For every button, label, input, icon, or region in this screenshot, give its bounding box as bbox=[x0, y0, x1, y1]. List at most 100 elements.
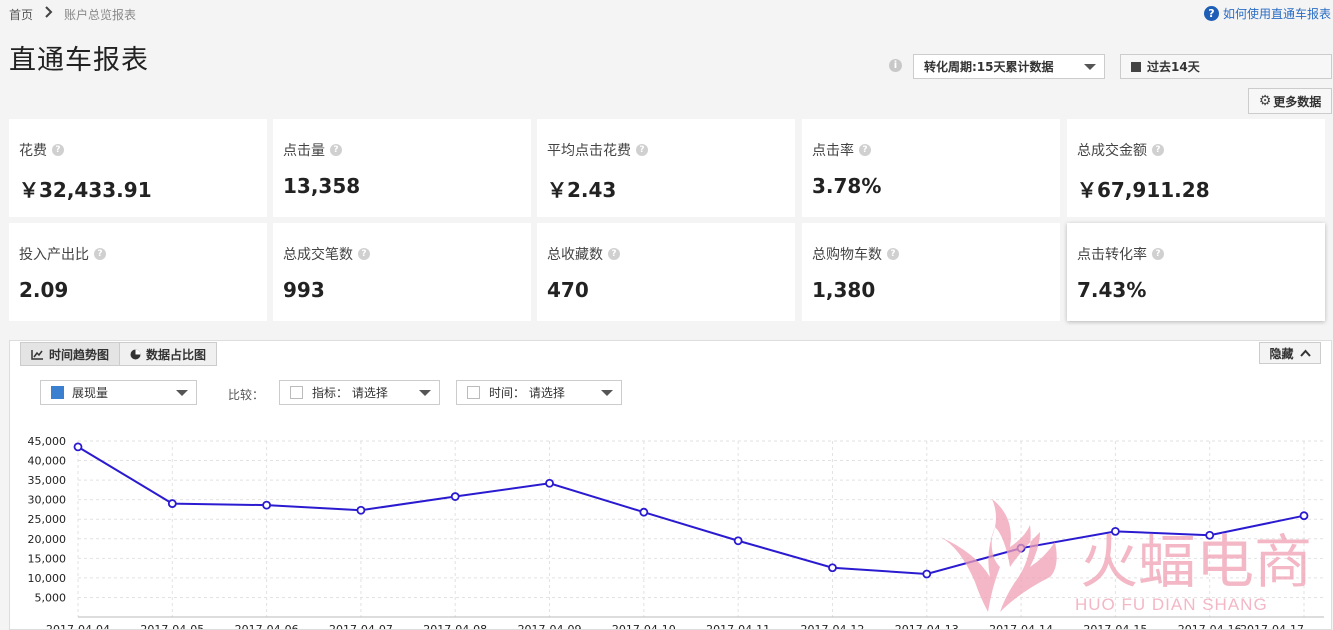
data-point[interactable] bbox=[1016, 543, 1026, 553]
compare-label: 比较： bbox=[228, 388, 265, 402]
y-tick-label: 15,000 bbox=[28, 552, 67, 565]
help-icon[interactable]: ? bbox=[887, 248, 899, 260]
metric-card[interactable]: 点击率? 3.78% bbox=[802, 119, 1060, 217]
x-tick-label: 2017-04-15 bbox=[1083, 623, 1147, 629]
caret-down-icon bbox=[419, 389, 431, 396]
metric-card[interactable]: 花费? ￥32,433.91 bbox=[9, 119, 267, 217]
data-point[interactable] bbox=[167, 499, 177, 508]
metric-card[interactable]: 点击转化率? 7.43% bbox=[1067, 223, 1325, 321]
metric-label: 投入产出比 bbox=[19, 247, 89, 263]
metric-card[interactable]: 总成交笔数? 993 bbox=[273, 223, 531, 321]
page-title: 直通车报表 bbox=[9, 45, 149, 76]
data-point[interactable] bbox=[828, 563, 837, 573]
chevron-right-icon bbox=[45, 6, 53, 18]
metric-label: 总购物车数 bbox=[812, 247, 882, 263]
caret-down-icon bbox=[1084, 63, 1096, 70]
metric-label: 总收藏数 bbox=[547, 247, 603, 263]
metric-value: ￥32,433.91 bbox=[19, 178, 152, 202]
help-icon[interactable]: ? bbox=[52, 144, 64, 156]
help-icon[interactable]: ? bbox=[1152, 248, 1164, 260]
x-tick-label: 2017-04-04 bbox=[46, 623, 110, 629]
metric-value: 2.09 bbox=[19, 278, 69, 302]
metric-label: 花费 bbox=[19, 143, 47, 159]
data-point[interactable] bbox=[922, 569, 932, 579]
help-icon[interactable]: ? bbox=[859, 144, 871, 156]
data-point[interactable] bbox=[1110, 526, 1120, 536]
y-tick-label: 35,000 bbox=[28, 474, 67, 487]
data-point[interactable] bbox=[1205, 530, 1215, 540]
breadcrumb-home[interactable]: 首页 bbox=[9, 6, 33, 23]
metric-card[interactable]: 平均点击花费? ￥2.43 bbox=[537, 119, 795, 217]
data-point[interactable] bbox=[450, 492, 460, 501]
compare-metric-select[interactable]: 指标： 请选择 bbox=[279, 380, 440, 405]
gear-icon: ⚙ bbox=[1258, 93, 1272, 109]
data-point[interactable] bbox=[1299, 511, 1309, 521]
caret-down-icon bbox=[176, 389, 188, 396]
help-icon[interactable]: ? bbox=[608, 248, 620, 260]
compare-metric-checkbox[interactable] bbox=[290, 386, 303, 399]
line-chart-icon bbox=[31, 349, 43, 360]
x-tick-label: 2017-04-14 bbox=[989, 623, 1053, 629]
metric-card[interactable]: 总收藏数? 470 bbox=[537, 223, 795, 321]
metric-card[interactable]: 点击量? 13,358 bbox=[273, 119, 531, 217]
help-icon[interactable]: ? bbox=[1152, 144, 1164, 156]
compare-time-select[interactable]: 时间： 请选择 bbox=[456, 380, 622, 405]
metric-card[interactable]: 总购物车数? 1,380 bbox=[802, 223, 1060, 321]
date-range-button[interactable]: 过去14天 bbox=[1120, 54, 1332, 79]
metric-value: 993 bbox=[283, 278, 325, 302]
metric-select-value: 展现量 bbox=[72, 386, 109, 400]
y-tick-label: 45,000 bbox=[28, 435, 67, 448]
help-icon[interactable]: ? bbox=[330, 144, 342, 156]
info-icon[interactable]: i bbox=[889, 59, 902, 72]
compare-time-checkbox[interactable] bbox=[467, 386, 480, 399]
metric-label: 点击率 bbox=[812, 143, 854, 159]
more-data-button[interactable]: ⚙ 更多数据 bbox=[1248, 88, 1332, 114]
calendar-icon bbox=[1131, 61, 1141, 72]
x-tick-label: 2017-04-13 bbox=[895, 623, 959, 629]
breadcrumb-current: 账户总览报表 bbox=[64, 8, 137, 22]
metric-value: 3.78% bbox=[812, 174, 882, 198]
metric-label: 点击量 bbox=[283, 143, 325, 159]
metric-card[interactable]: 总成交金额? ￥67,911.28 bbox=[1067, 119, 1325, 217]
tab-data-share[interactable]: 数据占比图 bbox=[119, 342, 218, 366]
compare-metric-value: 指标： 请选择 bbox=[312, 386, 388, 400]
help-icon[interactable]: ? bbox=[358, 248, 370, 260]
hide-chart-button[interactable]: 隐藏 bbox=[1259, 342, 1321, 364]
y-tick-label: 40,000 bbox=[28, 455, 67, 468]
chevron-up-icon bbox=[1299, 349, 1311, 357]
help-icon[interactable]: ? bbox=[636, 144, 648, 156]
tab-time-trend[interactable]: 时间趋势图 bbox=[20, 342, 121, 366]
data-point[interactable] bbox=[73, 442, 83, 452]
metric-select[interactable]: 展现量 bbox=[40, 380, 197, 405]
x-tick-label: 2017-04-06 bbox=[235, 623, 299, 629]
data-point[interactable] bbox=[733, 536, 743, 546]
hide-label: 隐藏 bbox=[1269, 346, 1294, 361]
series-color-swatch bbox=[51, 386, 64, 399]
data-point[interactable] bbox=[262, 500, 272, 510]
x-tick-label: 2017-04-12 bbox=[800, 623, 864, 629]
metric-cards: 花费? ￥32,433.91 点击量? 13,358 平均点击花费? ￥2.43… bbox=[9, 119, 1329, 322]
conversion-period-select[interactable]: 转化周期:15天累计数据 bbox=[913, 54, 1105, 79]
help-icon[interactable]: ? bbox=[94, 248, 106, 260]
metric-card[interactable]: 投入产出比? 2.09 bbox=[9, 223, 267, 321]
x-tick-label: 2017-04-05 bbox=[140, 623, 204, 629]
x-tick-label: 2017-04-09 bbox=[518, 623, 582, 629]
metric-value: 7.43% bbox=[1077, 278, 1147, 302]
question-circle-icon: ? bbox=[1203, 6, 1219, 21]
trend-line-chart: 5,000 10,000 15,000 20,000 25,000 30,000 35,00… bbox=[28, 435, 1324, 629]
conversion-period-value: 转化周期:15天累计数据 bbox=[924, 60, 1054, 74]
metric-label: 总成交金额 bbox=[1077, 143, 1147, 159]
x-tick-label: 2017-04-16 bbox=[1178, 623, 1242, 629]
data-point[interactable] bbox=[356, 505, 366, 515]
y-tick-label: 25,000 bbox=[28, 513, 67, 526]
data-point[interactable] bbox=[639, 507, 649, 517]
metric-value: ￥67,911.28 bbox=[1077, 178, 1210, 202]
help-link[interactable]: ? 如何使用直通车报表 bbox=[1203, 5, 1331, 22]
x-tick-label: 2017-04-17 bbox=[1240, 623, 1304, 629]
help-link-text[interactable]: 如何使用直通车报表 bbox=[1223, 5, 1331, 22]
metric-label: 总成交笔数 bbox=[283, 247, 353, 263]
more-data-label: 更多数据 bbox=[1273, 94, 1322, 109]
x-tick-label: 2017-04-07 bbox=[329, 623, 393, 629]
data-point[interactable] bbox=[545, 478, 554, 488]
metric-label: 点击转化率 bbox=[1077, 247, 1147, 263]
